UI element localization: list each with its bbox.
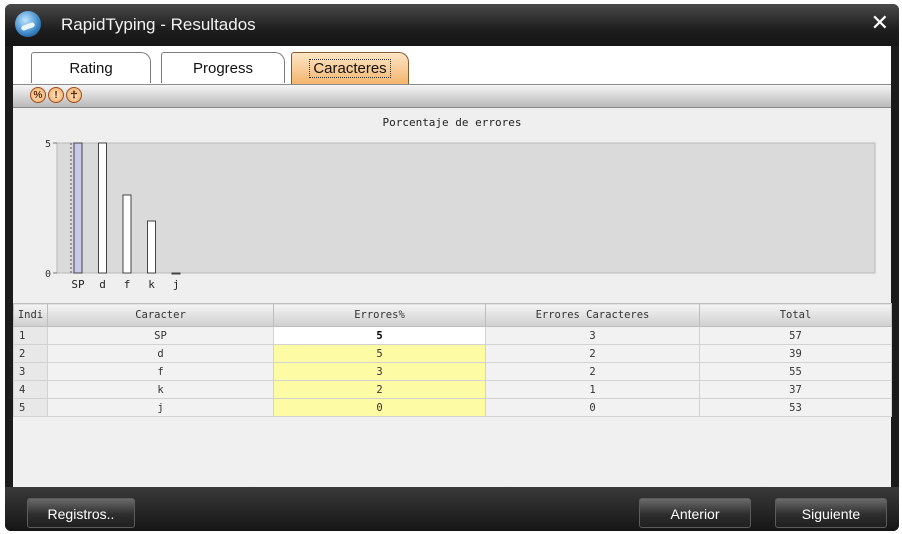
chart-toolbar: % ! ☥ [13,85,891,108]
table-cell: 53 [699,398,892,417]
plot-background [56,142,876,274]
x-tick-label: SP [71,278,85,291]
results-table: Indi Caracter Errores% Errores Caracteres To… [13,303,892,417]
tab-caracteres-label: Caracteres [309,59,391,78]
table-cell: 39 [699,344,892,363]
table-cell: 0 [273,398,486,417]
x-tick-label: j [173,278,180,291]
tab-progress[interactable]: Progress [161,52,285,83]
table-row[interactable]: 5 j 0 0 53 [13,398,892,417]
column-header[interactable]: Total [699,303,892,327]
app-logo-icon [15,11,41,37]
tab-progress-label: Progress [192,60,254,77]
error-percentage-chart: 0 5 SP d f k j [45,139,876,291]
table-cell: 0 [485,398,700,417]
table-cell: k [47,380,274,399]
tab-rating-label: Rating [69,60,113,77]
close-icon[interactable]: ✕ [871,11,889,37]
chart-bar [98,142,107,274]
tab-strip: Rating Progress Caracteres [13,46,891,85]
results-window: RapidTyping - Resultados ✕ Rating Progre… [5,4,899,531]
chart-bar [122,194,132,274]
y-tick-label: 0 [45,269,51,280]
table-cell: f [47,362,274,381]
table-cell: 5 [273,344,486,363]
title-bar[interactable]: RapidTyping - Resultados ✕ [5,4,899,46]
column-header[interactable]: Indi [13,303,48,327]
column-header[interactable]: Errores% [273,303,486,327]
table-row[interactable]: 3 f 3 2 55 [13,362,892,381]
percent-icon[interactable]: % [30,87,46,103]
footer-bar: Registros.. Anterior Siguiente [5,487,899,531]
chart-bar [147,220,156,274]
tab-caracteres[interactable]: Caracteres [291,52,409,84]
tab-rating[interactable]: Rating [31,52,151,83]
table-cell: 2 [13,344,48,363]
previous-button[interactable]: Anterior [639,498,751,528]
table-cell: 5 [273,326,486,345]
table-cell: 5 [13,398,48,417]
next-button[interactable]: Siguiente [775,498,887,528]
window-title: RapidTyping - Resultados [61,15,256,34]
x-tick-label: k [148,278,155,291]
chart-area: Porcentaje de errores 0 5 SP d f k j [13,108,891,303]
x-tick-label: f [124,278,131,291]
table-row[interactable]: 2 d 5 2 39 [13,344,892,363]
x-tick-label: d [99,278,106,291]
table-cell: 3 [273,362,486,381]
table-cell: SP [47,326,274,345]
table-cell: 1 [13,326,48,345]
y-tick-label: 5 [45,139,51,150]
main-content: Rating Progress Caracteres % ! ☥ Porcent… [13,46,892,487]
column-header[interactable]: Errores Caracteres [485,303,700,327]
table-cell: 55 [699,362,892,381]
table-cell: 2 [273,380,486,399]
table-cell: 4 [13,380,48,399]
table-row[interactable]: 1 SP 5 3 57 [13,326,892,345]
table-cell: 3 [485,326,700,345]
exclamation-icon[interactable]: ! [48,87,64,103]
chart-bar [171,272,181,275]
table-cell: 57 [699,326,892,345]
chart-bar [73,142,83,274]
records-button[interactable]: Registros.. [27,498,135,528]
table-row[interactable]: 4 k 2 1 37 [13,380,892,399]
table-cell: 2 [485,344,700,363]
column-header[interactable]: Caracter [47,303,274,327]
table-cell: 3 [13,362,48,381]
person-icon[interactable]: ☥ [66,87,82,103]
table-cell: 1 [485,380,700,399]
table-cell: 37 [699,380,892,399]
table-cell: d [47,344,274,363]
table-cell: j [47,398,274,417]
table-cell: 2 [485,362,700,381]
